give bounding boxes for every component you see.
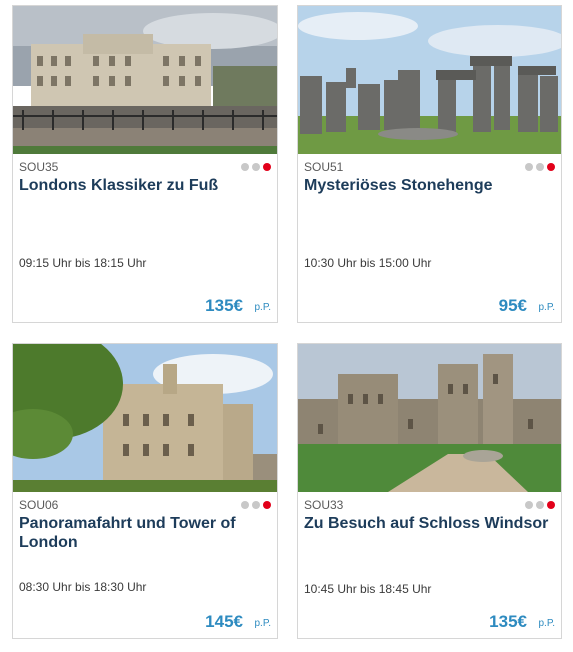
indicator-dot-active: [263, 501, 271, 509]
tour-card-sou35[interactable]: SOU35 Londons Klassiker zu Fuß 09:15 Uhr…: [12, 5, 278, 323]
per-person-label: p.P.: [254, 618, 272, 629]
indicator-dot: [536, 501, 544, 509]
difficulty-indicator: [525, 163, 555, 171]
indicator-dot: [525, 163, 533, 171]
per-person-label: p.P.: [538, 618, 556, 629]
indicator-dot-active: [263, 163, 271, 171]
indicator-dot: [241, 501, 249, 509]
tour-title[interactable]: Zu Besuch auf Schloss Windsor: [304, 514, 551, 533]
tour-image-stonehenge[interactable]: [298, 6, 561, 154]
tour-time: 08:30 Uhr bis 18:30 Uhr: [19, 580, 147, 594]
difficulty-indicator: [525, 501, 555, 509]
indicator-dot: [536, 163, 544, 171]
per-person-label: p.P.: [538, 302, 556, 313]
indicator-dot: [252, 163, 260, 171]
indicator-dot: [252, 501, 260, 509]
tour-code: SOU33: [304, 498, 344, 512]
tour-image-buckingham-palace[interactable]: [13, 6, 277, 154]
tour-card-sou33[interactable]: SOU33 Zu Besuch auf Schloss Windsor 10:4…: [297, 343, 562, 639]
tour-title[interactable]: Mysteriöses Stonehenge: [304, 176, 551, 195]
indicator-dot: [241, 163, 249, 171]
tour-card-sou06[interactable]: SOU06 Panoramafahrt und Tower of London …: [12, 343, 278, 639]
difficulty-indicator: [241, 163, 271, 171]
tour-time: 10:45 Uhr bis 18:45 Uhr: [304, 582, 432, 596]
indicator-dot: [525, 501, 533, 509]
tour-code: SOU06: [19, 498, 59, 512]
tour-card-sou51[interactable]: SOU51 Mysteriöses Stonehenge 10:30 Uhr b…: [297, 5, 562, 323]
tour-code: SOU51: [304, 160, 344, 174]
indicator-dot-active: [547, 501, 555, 509]
tour-time: 10:30 Uhr bis 15:00 Uhr: [304, 256, 432, 270]
tour-title[interactable]: Londons Klassiker zu Fuß: [19, 176, 267, 195]
per-person-label: p.P.: [254, 302, 272, 313]
tour-price: 145€: [205, 612, 243, 631]
tour-image-windsor-castle[interactable]: [298, 344, 561, 492]
indicator-dot-active: [547, 163, 555, 171]
tour-price: 135€: [489, 612, 527, 631]
tour-time: 09:15 Uhr bis 18:15 Uhr: [19, 256, 147, 270]
tour-image-tower-of-london[interactable]: [13, 344, 277, 492]
difficulty-indicator: [241, 501, 271, 509]
tour-price: 135€: [205, 296, 243, 315]
tour-title[interactable]: Panoramafahrt und Tower of London: [19, 514, 267, 552]
tour-price: 95€: [498, 296, 527, 315]
tour-code: SOU35: [19, 160, 59, 174]
